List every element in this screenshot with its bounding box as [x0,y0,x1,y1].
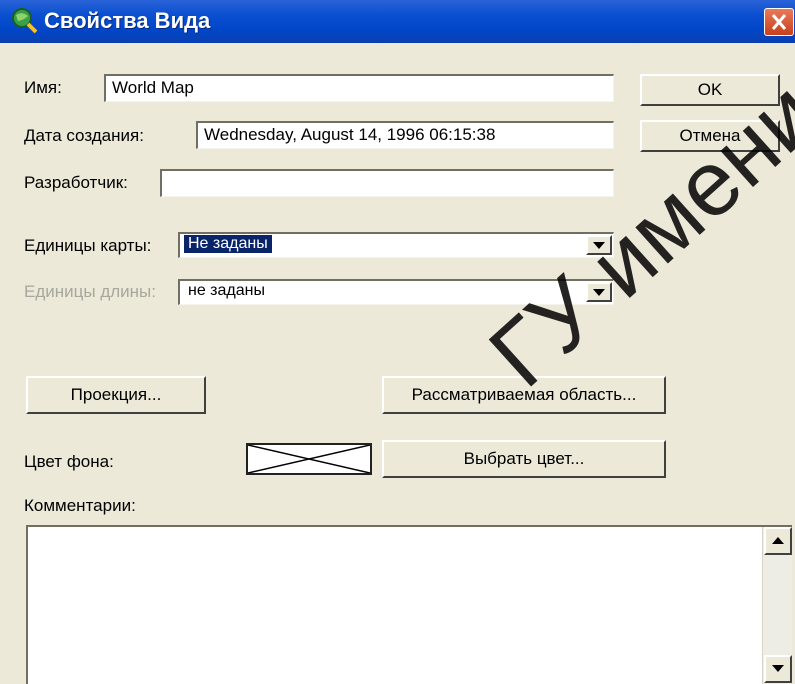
arrow-down-icon [772,665,784,672]
background-color-swatch[interactable] [246,443,372,475]
close-button[interactable] [764,8,794,36]
title-bar[interactable]: Свойства Вида [0,0,795,43]
projection-button[interactable]: Проекция... [26,376,206,414]
map-units-value: Не заданы [183,234,273,254]
arrow-up-icon [772,537,784,544]
view-properties-dialog: Свойства Вида Имя: World Map Дата создан… [0,0,795,684]
globe-magnifier-icon [12,8,38,34]
scroll-down-button[interactable] [764,655,792,683]
close-icon [771,14,787,30]
comments-scrollbar[interactable] [762,527,792,684]
scroll-up-button[interactable] [764,527,792,555]
watermark: ГУ имени А.А. [470,0,795,407]
name-label: Имя: [24,78,62,97]
length-units-label: Единицы длины: [24,282,156,301]
created-date-field[interactable]: Wednesday, August 14, 1996 06:15:38 [196,121,614,149]
no-color-icon [247,444,371,474]
name-field[interactable]: World Map [104,74,614,102]
developer-field[interactable] [160,169,614,197]
map-units-select[interactable]: Не заданы [178,232,614,258]
length-units-value: не заданы [188,282,265,299]
map-units-label: Единицы карты: [24,236,152,255]
background-color-label: Цвет фона: [24,452,114,471]
choose-color-button[interactable]: Выбрать цвет... [382,440,666,478]
comments-textarea[interactable] [26,525,792,684]
comments-label: Комментарии: [24,496,136,515]
created-date-label: Дата создания: [24,126,144,145]
window-title: Свойства Вида [44,8,211,33]
developer-label: Разработчик: [24,173,128,192]
